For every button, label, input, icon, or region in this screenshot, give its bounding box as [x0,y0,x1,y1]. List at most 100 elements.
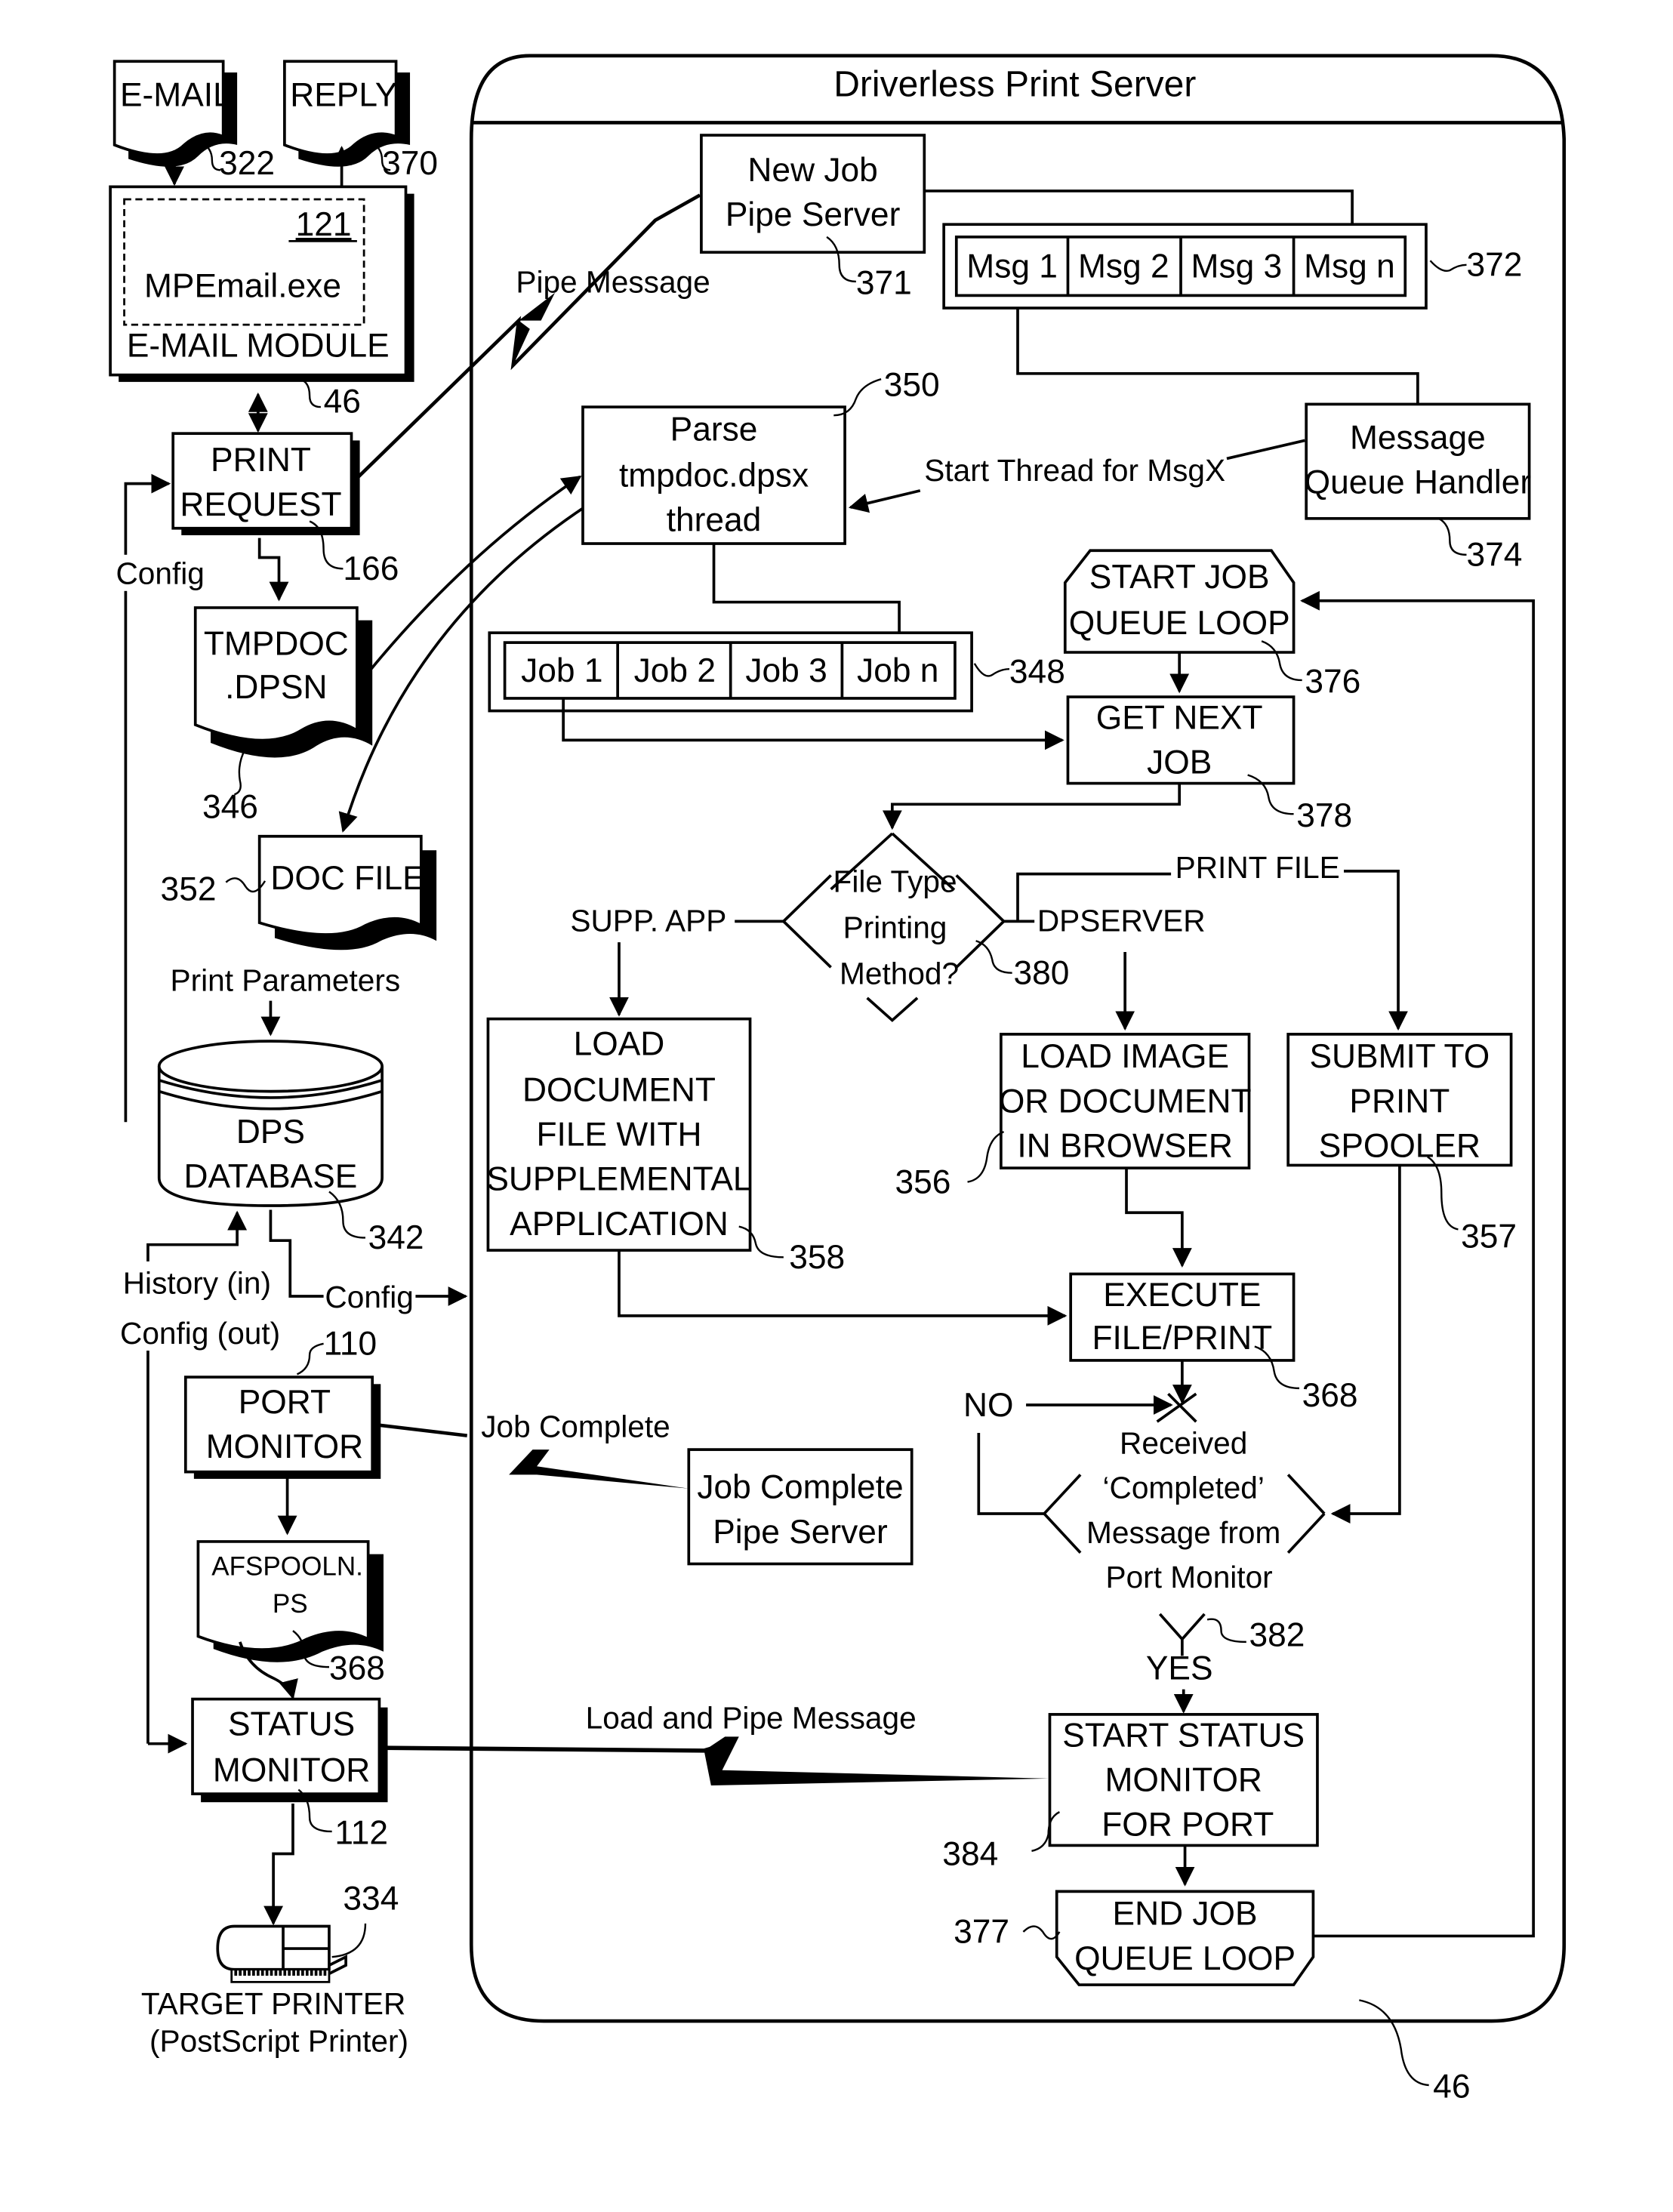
file-type-decision[interactable]: File Type Printing Method? 380 [782,832,1070,1022]
start-status-monitor-box[interactable]: START STATUS MONITOR FOR PORT 384 [942,1713,1319,1872]
email-module[interactable]: 121 MPEmail.exe E-MAIL MODULE 46 [109,185,414,420]
history-in-label: History (in) [123,1265,271,1300]
ref-372: 372 [1467,247,1523,284]
parse-line2: tmpdoc.dpsx [619,457,809,494]
dps-database-line2: DATABASE [184,1158,358,1195]
new-job-pipe-server[interactable]: New Job Pipe Server 371 [700,134,926,302]
parse-thread-box[interactable]: Parse tmpdoc.dpsx thread 350 [581,366,940,545]
ref-350: 350 [884,366,940,403]
job-complete-line2: Pipe Server [713,1514,888,1551]
job-complete-line1: Job Complete [697,1469,903,1506]
afspool-document[interactable]: AFSPOOLN. PS 368 [196,1540,385,1687]
config-to-server-label: Config [325,1280,413,1314]
job-item[interactable]: Job 3 [745,652,827,689]
ref-368-afspool: 368 [329,1650,385,1687]
end-job-queue-loop[interactable]: END JOB QUEUE LOOP 377 [954,1890,1315,1986]
ref-110: 110 [324,1326,377,1363]
msg-item[interactable]: Msg 2 [1078,248,1169,285]
parse-line3: thread [667,501,762,538]
job-item[interactable]: Job 1 [521,652,602,689]
get-next-line1: GET NEXT [1096,700,1263,737]
ref-358: 358 [789,1239,845,1276]
decision-line2: Printing [843,910,947,945]
submit-line: PRINT [1349,1083,1450,1120]
ref-322: 322 [219,145,275,182]
print-parameters-label: Print Parameters [170,963,400,998]
message-queue: Msg 1 Msg 2 Msg 3 Msg n 372 [942,223,1523,310]
get-next-job[interactable]: GET NEXT JOB 378 [1066,695,1352,834]
dps-database[interactable]: DPS DATABASE 342 [157,1040,424,1256]
get-next-line2: JOB [1147,744,1212,781]
load-browser-box[interactable]: LOAD IMAGE OR DOCUMENT IN BROWSER 356 [895,1033,1252,1200]
ref-46-module: 46 [324,383,361,420]
tmpdoc-document[interactable]: TMPDOC .DPSN 346 [193,606,373,826]
status-monitor-box[interactable]: STATUS MONITOR 112 [191,1697,388,1852]
target-printer-label: TARGET PRINTER [141,1986,405,2021]
printer-icon[interactable] [216,1923,367,1983]
status-monitor-line2: MONITOR [213,1752,370,1789]
new-job-line2: Pipe Server [726,196,901,233]
start-status-line: START STATUS [1062,1717,1305,1754]
flow-diagram: Driverless Print Server 46 E-MAIL 322 RE… [109,54,1567,2106]
load-supp-line: LOAD [574,1026,665,1063]
ref-46-server: 46 [1433,2069,1470,2106]
email-module-label: E-MAIL MODULE [127,328,390,365]
print-file-label: PRINT FILE [1175,850,1340,885]
ref-377: 377 [954,1914,1009,1951]
ref-348: 348 [1009,654,1065,691]
load-supp-line: DOCUMENT [522,1072,716,1109]
job-complete-pipe-server[interactable]: Job Complete Pipe Server [687,1448,914,1566]
received-line: Port Monitor [1106,1560,1273,1594]
job-item[interactable]: Job n [857,652,938,689]
port-monitor-line2: MONITOR [206,1428,363,1465]
dpserver-label: DPSERVER [1037,903,1206,938]
afspool-line2: PS [273,1589,308,1619]
port-monitor-line1: PORT [239,1384,331,1421]
job-complete-link: Job Complete [373,1409,689,1489]
end-loop-line2: QUEUE LOOP [1074,1940,1296,1977]
msg-item[interactable]: Msg 1 [966,248,1058,285]
submit-line: SUBMIT TO [1310,1038,1490,1075]
load-supp-line: FILE WITH [536,1117,701,1154]
execute-box[interactable]: EXECUTE FILE/PRINT 368 [1069,1272,1358,1414]
start-job-queue-loop[interactable]: START JOB QUEUE LOOP 376 [1063,549,1360,701]
supp-app-label: SUPP. APP [570,903,726,938]
print-request-line1: PRINT [211,442,311,479]
ref-334: 334 [343,1880,399,1917]
new-job-line1: New Job [747,152,877,189]
load-browser-line: OR DOCUMENT [999,1083,1252,1120]
message-queue-handler[interactable]: Message Queue Handler 374 [1305,402,1532,574]
reply-label: REPLY [290,76,397,113]
handler-line1: Message [1350,419,1486,456]
job-queue: Job 1 Job 2 Job 3 Job n 348 [488,631,1065,713]
job-item[interactable]: Job 2 [634,652,716,689]
ref-371: 371 [856,265,912,302]
yes-label: YES [1146,1650,1213,1687]
job-complete-label: Job Complete [481,1409,670,1443]
config-out-label: Config (out) [120,1316,280,1351]
start-thread-label: Start Thread for MsgX [924,453,1225,488]
ref-368-execute: 368 [1302,1377,1358,1414]
ref-374: 374 [1467,537,1523,574]
ref-166: 166 [343,550,399,587]
submit-spooler-box[interactable]: SUBMIT TO PRINT SPOOLER 357 [1286,1033,1517,1255]
status-monitor-line1: STATUS [228,1706,355,1743]
start-loop-line1: START JOB [1089,559,1270,596]
msg-item[interactable]: Msg n [1304,248,1395,285]
received-completed-decision[interactable]: Received ‘Completed’ Message from Port M… [1043,1392,1326,1656]
email-label: E-MAIL [120,76,232,113]
load-supplemental-box[interactable]: LOAD DOCUMENT FILE WITH SUPPLEMENTAL APP… [486,1017,845,1276]
load-supp-line: APPLICATION [510,1206,729,1243]
load-browser-line: IN BROWSER [1017,1127,1233,1164]
msg-item[interactable]: Msg 3 [1191,248,1283,285]
ref-378: 378 [1296,797,1352,834]
handler-line2: Queue Handler [1305,464,1532,501]
module-ref-121: 121 [296,206,352,243]
received-line: ‘Completed’ [1102,1471,1264,1505]
email-document[interactable]: E-MAIL 322 [112,60,275,182]
doc-file-document[interactable]: DOC FILE 352 [161,834,437,950]
start-status-line: FOR PORT [1101,1807,1274,1844]
tmpdoc-line2: .DPSN [225,669,327,706]
ref-382: 382 [1249,1616,1305,1653]
reply-document[interactable]: REPLY 370 [283,60,438,182]
